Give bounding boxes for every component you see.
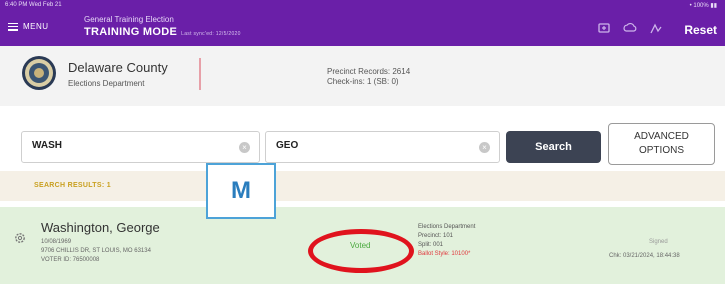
county-info-bar: Delaware County Elections Department Pre… [0, 46, 725, 107]
mode-label: TRAINING MODE [84, 26, 178, 38]
app-header: MENU General Training Election TRAINING … [0, 10, 725, 46]
status-battery: • 100% ▮▮ [689, 3, 717, 9]
signal-icon[interactable] [649, 21, 663, 35]
voter-id: VOTER ID: 76500008 [41, 257, 100, 263]
search-button[interactable]: Search [506, 131, 601, 163]
first-name-input[interactable] [276, 140, 476, 151]
cloud-icon[interactable] [623, 21, 637, 35]
county-name: Delaware County [68, 60, 168, 75]
ballot-style: Ballot Style: 10100* [418, 251, 471, 257]
precinct-number: Precinct: 101 [418, 233, 454, 239]
results-count: SEARCH RESULTS: 1 [34, 182, 111, 189]
divider [199, 58, 201, 90]
precinct-summary: Precinct Records: 2614 Check-ins: 1 (SB:… [327, 67, 410, 87]
advanced-options-button[interactable]: ADVANCED OPTIONS [608, 123, 715, 165]
last-sync: Last sync'ed: 12/5/2020 [181, 31, 241, 37]
clear-icon[interactable]: × [239, 142, 250, 153]
highlight-ring [308, 229, 414, 273]
hamburger-icon [8, 22, 18, 31]
sync-icon[interactable] [597, 21, 611, 35]
training-mode-title: TRAINING MODE Last sync'ed: 12/5/2020 [84, 26, 241, 38]
menu-label: MENU [23, 22, 49, 31]
election-name: General Training Election [84, 15, 174, 24]
precinct-records: Precinct Records: 2614 [327, 67, 411, 76]
split-number: Split: 001 [418, 242, 444, 248]
voter-dob: 10/08/1969 [41, 239, 72, 245]
signature-label: Signed [649, 239, 668, 245]
status-bar: 6:40 PM Wed Feb 21 • 100% ▮▮ [0, 0, 725, 10]
result-row[interactable]: Washington, George 10/08/1969 9706 CHILL… [0, 207, 725, 284]
reset-button[interactable]: Reset [684, 23, 717, 37]
last-name-field[interactable]: × [21, 131, 260, 163]
first-name-field[interactable]: × [265, 131, 500, 163]
checkin-time: Chk: 03/21/2024, 18:44:38 [609, 253, 680, 259]
county-seal-icon [22, 56, 56, 90]
checkin-location: Elections Department [418, 224, 476, 230]
voter-address: 9706 CHILLIS DR, ST LOUIS, MO 63134 [41, 248, 151, 254]
clear-icon[interactable]: × [479, 142, 490, 153]
voter-name[interactable]: Washington, George [41, 220, 160, 235]
status-time: 6:40 PM Wed Feb 21 [5, 2, 62, 8]
checkins-count: Check-ins: 1 (SB: 0) [327, 77, 399, 86]
search-results-header: SEARCH RESULTS: 1 [0, 171, 725, 201]
header-icons [597, 21, 663, 35]
annotation-marker: M [206, 163, 276, 219]
last-name-input[interactable] [32, 140, 232, 151]
menu-button[interactable]: MENU [8, 22, 49, 31]
department-name: Elections Department [68, 79, 145, 88]
gear-icon[interactable] [13, 231, 27, 245]
search-row: × × Search ADVANCED OPTIONS [0, 106, 725, 170]
